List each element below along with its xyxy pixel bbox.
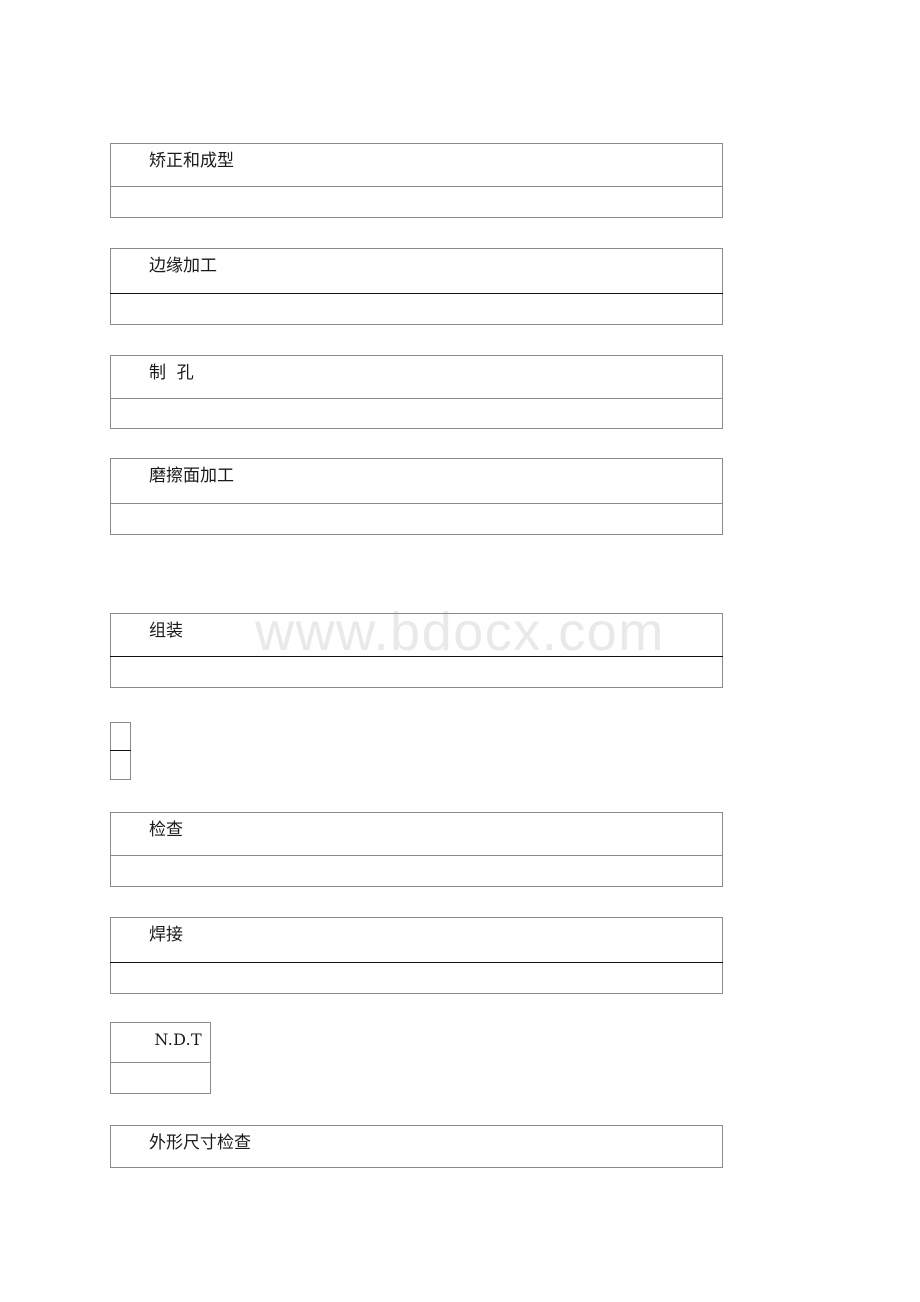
- step-friction-surface-machining-body-cell: [110, 503, 723, 535]
- step-assembly: 组装: [110, 613, 723, 688]
- step-welding-header-cell: 焊接: [110, 917, 723, 963]
- step-edge-machining-body-cell: [110, 293, 723, 325]
- step-assembly-body-cell: [110, 656, 723, 688]
- table-row: [110, 962, 723, 994]
- step-hole-making-body-content: [111, 399, 722, 428]
- step-straightening-forming-header-cell: 矫正和成型: [110, 143, 723, 187]
- step-hole-making: 制 孔: [110, 355, 723, 429]
- step-blank-marker-label: [111, 723, 149, 730]
- step-friction-surface-machining-header-cell: 磨擦面加工: [110, 458, 723, 504]
- step-inspection: 检查: [110, 812, 723, 887]
- step-edge-machining-header-cell: 边缘加工: [110, 248, 723, 294]
- step-blank-marker-body-content: [111, 751, 130, 779]
- table-row: 边缘加工: [110, 248, 723, 294]
- step-straightening-forming-label: 矫正和成型: [149, 151, 234, 171]
- step-straightening-forming: 矫正和成型: [110, 143, 723, 218]
- document-page: www.bdocx.com 矫正和成型 边缘加工制 孔磨擦面加工 组装 检查 焊接 N.D…: [0, 0, 920, 1302]
- table-row: [110, 398, 723, 429]
- step-friction-surface-machining: 磨擦面加工: [110, 458, 723, 535]
- step-edge-machining-label: 边缘加工: [149, 256, 217, 276]
- step-inspection-header-cell: 检查: [110, 812, 723, 856]
- table-row: 焊接: [110, 917, 723, 963]
- step-assembly-header-cell: 组装: [110, 613, 723, 657]
- step-edge-machining-body-content: [111, 294, 722, 324]
- step-dimension-inspection: 外形尺寸检查: [110, 1125, 723, 1168]
- step-edge-machining: 边缘加工: [110, 248, 723, 325]
- table-row: 制 孔: [110, 355, 723, 399]
- table-row: N.D.T: [110, 1022, 211, 1063]
- step-friction-surface-machining-label: 磨擦面加工: [149, 466, 234, 486]
- step-welding-body-content: [111, 963, 722, 993]
- step-welding: 焊接: [110, 917, 723, 994]
- step-hole-making-header-cell: 制 孔: [110, 355, 723, 399]
- step-inspection-body-content: [111, 856, 722, 886]
- table-row: [110, 750, 131, 780]
- step-dimension-inspection-header-cell: 外形尺寸检查: [110, 1125, 723, 1168]
- table-row: 外形尺寸检查: [110, 1125, 723, 1168]
- table-row: [110, 1062, 211, 1094]
- step-blank-marker: [110, 722, 131, 780]
- step-inspection-label: 检查: [149, 820, 183, 840]
- step-assembly-label: 组装: [149, 621, 183, 641]
- step-welding-label: 焊接: [149, 925, 183, 945]
- table-row: [110, 293, 723, 325]
- table-row: 矫正和成型: [110, 143, 723, 187]
- step-ndt: N.D.T: [110, 1022, 211, 1094]
- step-inspection-body-cell: [110, 855, 723, 887]
- step-blank-marker-body-cell: [110, 750, 131, 780]
- step-dimension-inspection-label: 外形尺寸检查: [149, 1133, 251, 1153]
- step-friction-surface-machining-body-content: [111, 504, 722, 534]
- step-ndt-body-cell: [110, 1062, 211, 1094]
- step-hole-making-label: 制 孔: [149, 363, 194, 383]
- table-row: [110, 186, 723, 218]
- step-hole-making-body-cell: [110, 398, 723, 429]
- step-ndt-header-cell: N.D.T: [110, 1022, 211, 1063]
- step-ndt-label: N.D.T: [154, 1030, 202, 1049]
- table-row: 检查: [110, 812, 723, 856]
- step-straightening-forming-body-content: [111, 187, 722, 217]
- table-row: 组装: [110, 613, 723, 657]
- step-welding-body-cell: [110, 962, 723, 994]
- step-assembly-body-content: [111, 657, 722, 687]
- table-row: [110, 722, 131, 751]
- table-row: [110, 503, 723, 535]
- table-row: [110, 656, 723, 688]
- step-ndt-body-content: [111, 1063, 210, 1093]
- step-straightening-forming-body-cell: [110, 186, 723, 218]
- table-row: 磨擦面加工: [110, 458, 723, 504]
- step-blank-marker-header-cell: [110, 722, 131, 751]
- table-row: [110, 855, 723, 887]
